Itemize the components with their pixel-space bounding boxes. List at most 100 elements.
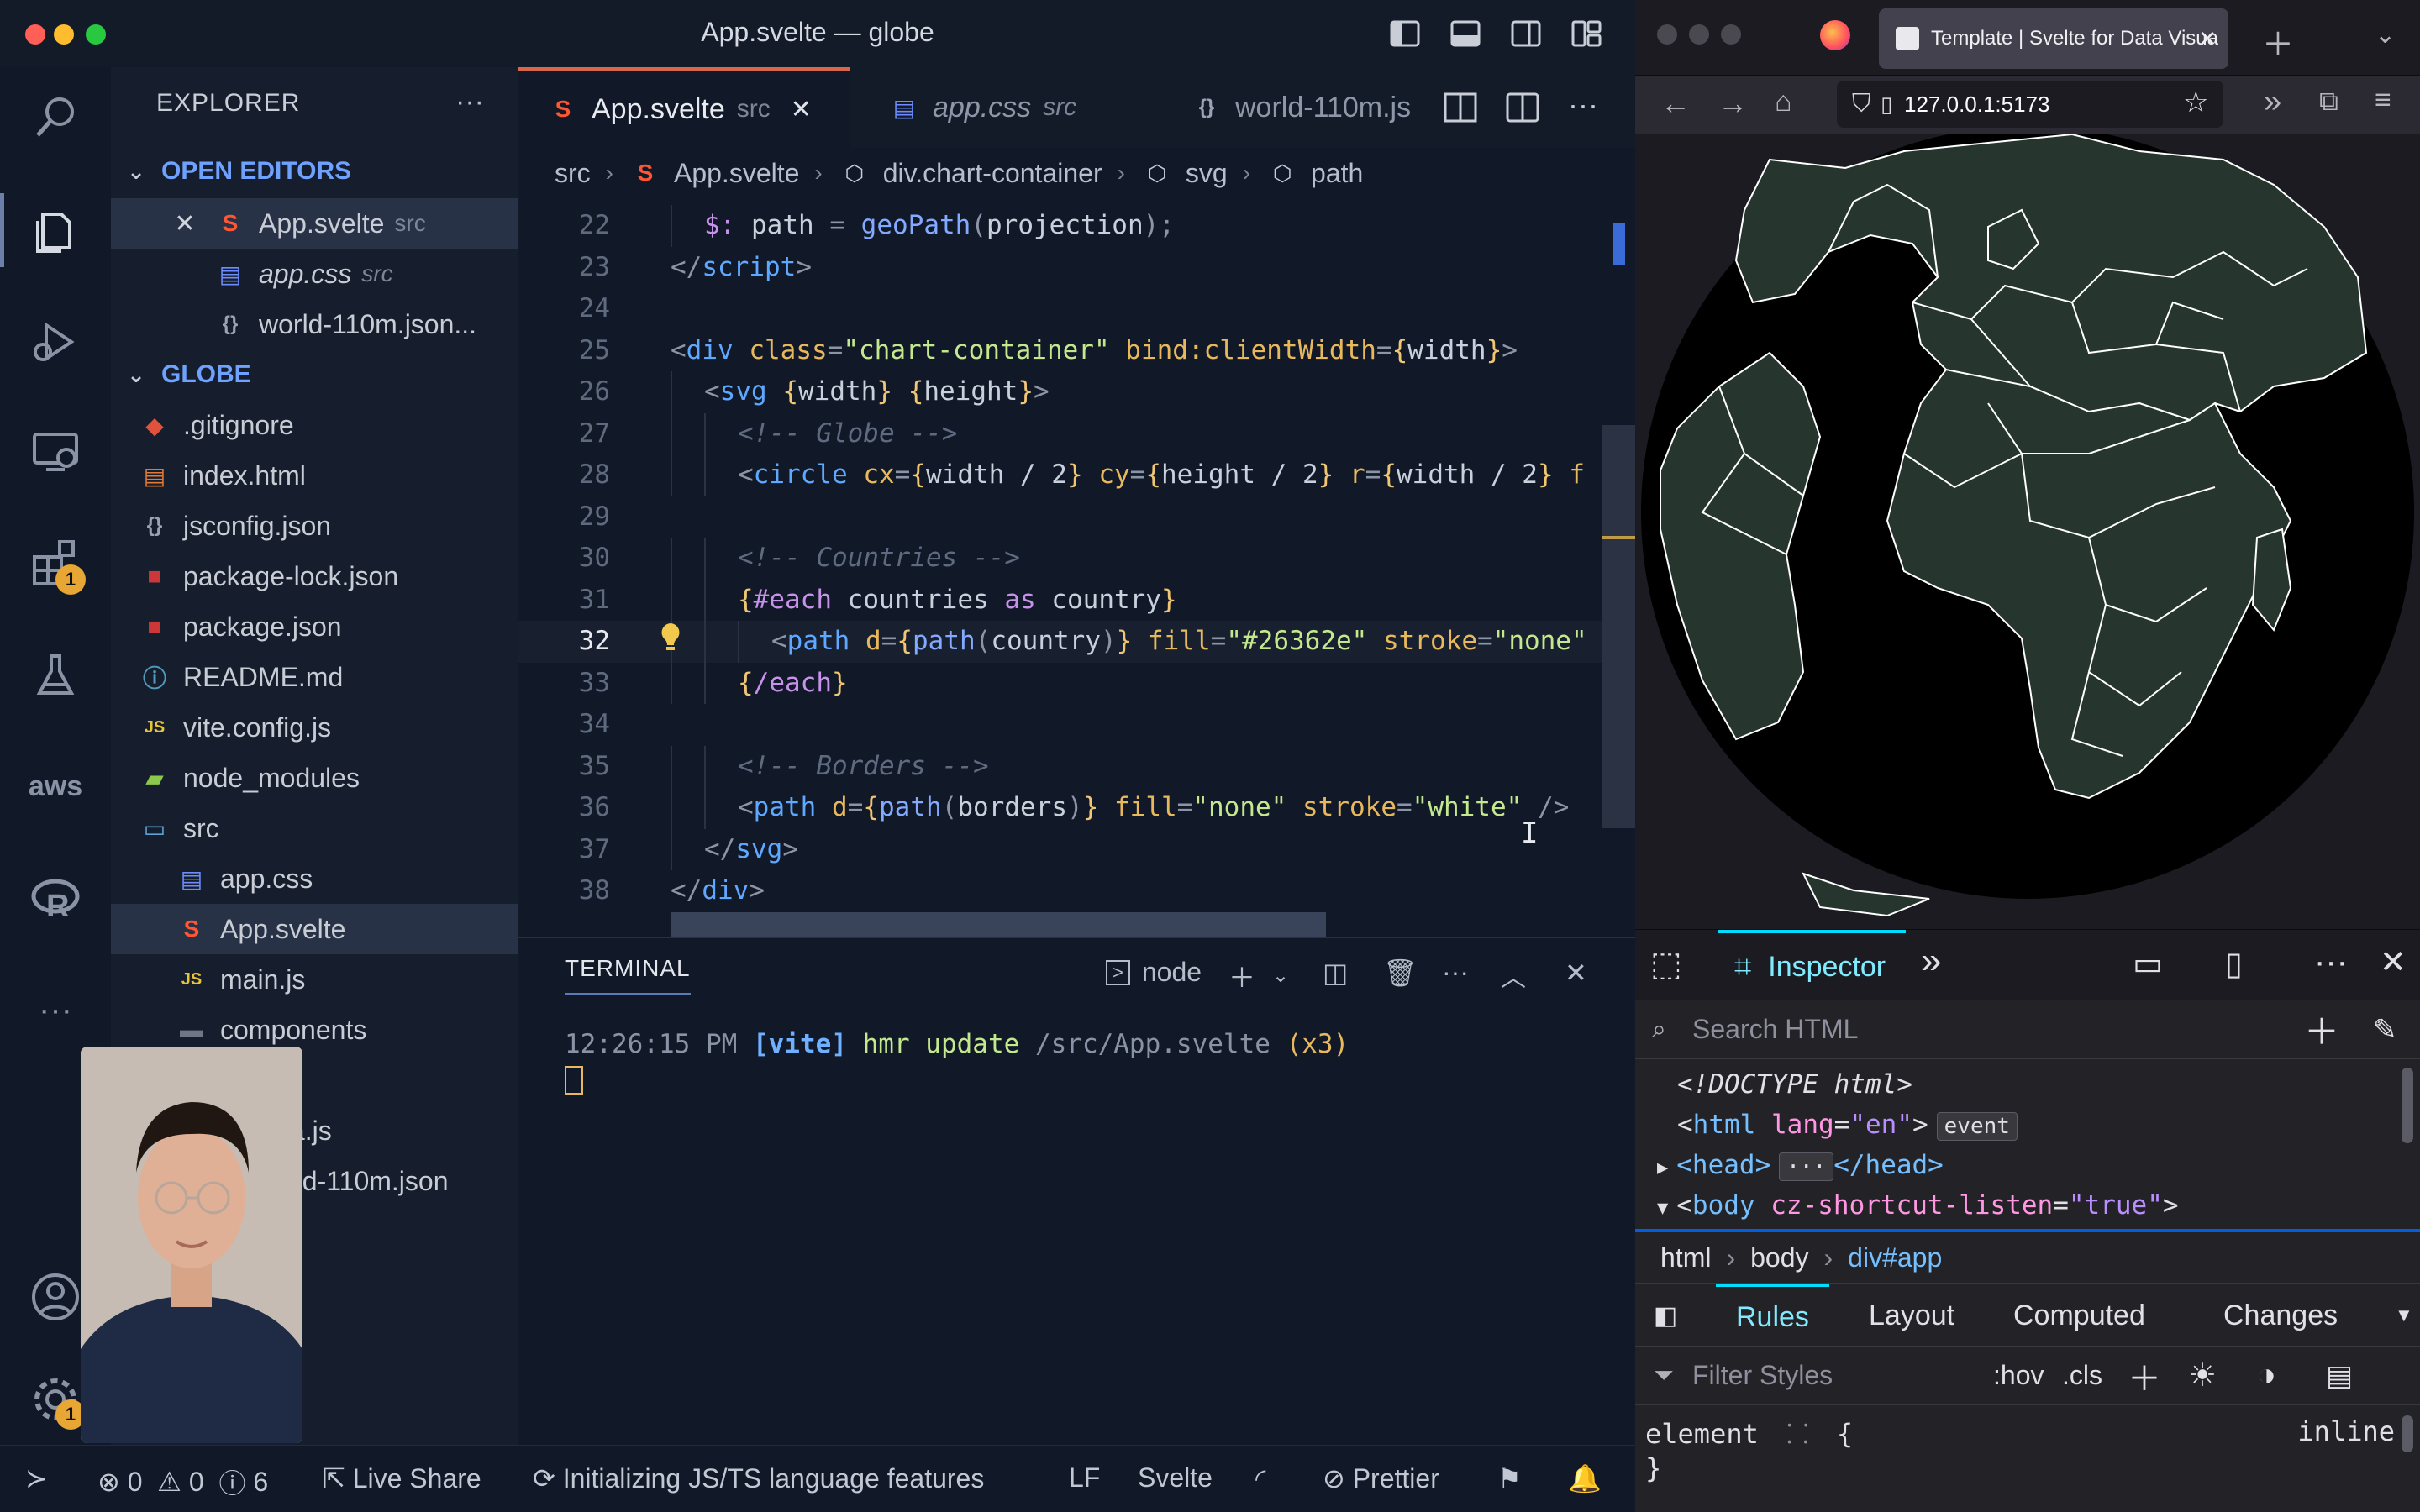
dark-scheme-contrast-icon[interactable]: ◑ xyxy=(2257,1357,2276,1394)
hov-toggle[interactable]: :hov xyxy=(1993,1360,2044,1391)
terminal-shell-selector[interactable]: > node xyxy=(1106,957,1202,988)
language-init-status[interactable]: ⟳ Initializing JS/TS language features xyxy=(533,1462,984,1494)
customize-layout-icon[interactable] xyxy=(1568,17,1605,50)
tab-world-json[interactable]: {} world-110m.js xyxy=(1173,67,1425,148)
more-views-icon[interactable]: ··· xyxy=(25,979,86,1040)
horizontal-scrollbar[interactable] xyxy=(671,912,1326,937)
accounts-icon[interactable] xyxy=(25,1267,86,1327)
explorer-icon[interactable] xyxy=(0,193,86,267)
rules-scrollbar[interactable] xyxy=(2402,1415,2413,1452)
search-html-input[interactable]: ⌕ Search HTML ＋ ✎ xyxy=(1635,1000,2420,1059)
tab-changes[interactable]: Changes xyxy=(2223,1284,2338,1347)
code-line[interactable]: 27 <!-- Globe --> xyxy=(518,412,1635,454)
toggle-sidebar-icon[interactable]: ◧ xyxy=(1654,1284,1677,1347)
firefox-view-icon[interactable] xyxy=(1820,20,1850,50)
open-editor-world-json[interactable]: {} world-110m.json... xyxy=(111,299,518,349)
toggle-secondary-sidebar-icon[interactable] xyxy=(1507,17,1544,50)
manage-gear-icon[interactable]: 1 xyxy=(25,1369,86,1430)
open-editor-app-css[interactable]: ▤ app.css src xyxy=(111,249,518,299)
tree-item-app-svelte[interactable]: S App.svelte xyxy=(111,904,518,954)
code-line[interactable]: 22 $: path = geoPath(projection); xyxy=(518,205,1635,247)
code-line[interactable]: 23 </script> xyxy=(518,247,1635,289)
minimap[interactable] xyxy=(1602,198,1635,937)
markup-doctype[interactable]: <!DOCTYPE html> xyxy=(1677,1064,2420,1105)
breadcrumb-src[interactable]: src xyxy=(555,158,591,189)
markup-head-node[interactable]: ▶ <head> ··· </head> xyxy=(1657,1145,2420,1185)
open-editors-header[interactable]: ⌄ OPEN EDITORS xyxy=(111,148,518,195)
split-terminal-icon[interactable]: ◫ xyxy=(1323,957,1348,989)
extensions-puzzle-icon[interactable]: ⧉ xyxy=(2319,86,2338,118)
code-line[interactable]: 35 <!-- Borders --> xyxy=(518,745,1635,787)
new-tab-icon[interactable]: ＋ xyxy=(2262,18,2294,65)
notifications-bell-icon[interactable]: 🔔 xyxy=(1568,1462,1602,1494)
markup-scrollbar[interactable] xyxy=(2402,1068,2413,1143)
search-icon[interactable] xyxy=(25,87,86,148)
devtools-menu-icon[interactable]: ··· xyxy=(2314,943,2348,981)
tab-app-svelte[interactable]: S App.svelte src ✕ xyxy=(518,67,850,148)
globe-folder-header[interactable]: ⌄ GLOBE xyxy=(111,351,518,398)
cls-toggle[interactable]: .cls xyxy=(2062,1360,2102,1391)
list-tabs-icon[interactable]: ⌄ xyxy=(2375,20,2396,50)
r-language-icon[interactable]: R xyxy=(25,869,86,929)
code-line[interactable]: 32 <path d={path(country)} fill="#26362e"… xyxy=(518,621,1635,663)
crumb-html[interactable]: html xyxy=(1660,1242,1711,1273)
light-scheme-sun-icon[interactable]: ☀ xyxy=(2188,1357,2217,1394)
markup-body-node[interactable]: ▼ <body cz-shortcut-listen="true"> xyxy=(1657,1185,2420,1226)
code-line[interactable]: 37 </svg> xyxy=(518,828,1635,870)
remote-explorer-icon[interactable] xyxy=(25,422,86,482)
tab-app-css[interactable]: ▤ app.css src xyxy=(871,67,1156,148)
close-panel-icon[interactable]: ✕ xyxy=(1565,957,1587,989)
close-tab-icon[interactable]: ✕ xyxy=(791,95,812,124)
minimize-window-button[interactable] xyxy=(1689,24,1709,45)
tree-item-main-js[interactable]: JS main.js xyxy=(111,954,518,1005)
extensions-icon[interactable]: 1 xyxy=(25,534,86,595)
breadcrumb-div[interactable]: ⬡ div.chart-container xyxy=(838,156,1102,190)
tab-inspector[interactable]: ⌗ Inspector xyxy=(1718,930,1906,1000)
remote-indicator-icon[interactable]: ≻ xyxy=(25,1462,48,1494)
eyedropper-icon[interactable]: ✎ xyxy=(2373,1013,2397,1047)
crumb-div-app[interactable]: div#app xyxy=(1848,1242,1942,1273)
event-badge[interactable]: event xyxy=(1936,1112,2018,1141)
run-debug-icon[interactable] xyxy=(25,311,86,371)
code-line[interactable]: 38 </div> xyxy=(518,870,1635,912)
language-mode[interactable]: Svelte xyxy=(1138,1462,1213,1494)
tree-item-src[interactable]: ▭ src xyxy=(111,803,518,853)
open-editor-app-svelte[interactable]: ✕ S App.svelte src xyxy=(111,198,518,249)
code-line[interactable]: 24 xyxy=(518,288,1635,330)
toggle-panel-icon[interactable] xyxy=(1447,17,1484,50)
dock-layout-icon[interactable]: ▭ xyxy=(2133,945,2163,983)
tree-item-node-modules[interactable]: ▰ node_modules xyxy=(111,753,518,803)
back-icon[interactable]: ← xyxy=(1660,86,1691,121)
tab-layout[interactable]: Layout xyxy=(1869,1284,1954,1347)
eol-indicator[interactable]: LF xyxy=(1069,1462,1100,1494)
toggle-primary-sidebar-icon[interactable] xyxy=(1386,17,1423,50)
more-tools-chevrons-icon[interactable]: » xyxy=(1921,940,1941,982)
menu-hamburger-icon[interactable]: ≡ xyxy=(2375,84,2391,117)
tree-item-package-json[interactable]: ■ package.json xyxy=(111,601,518,652)
markup-html-node[interactable]: <html lang="en"> event xyxy=(1677,1105,2420,1145)
bookmark-star-icon[interactable]: ☆ xyxy=(2183,86,2208,119)
crumb-body[interactable]: body xyxy=(1750,1242,1808,1273)
overflow-chevrons-icon[interactable]: » xyxy=(2264,84,2281,120)
filter-styles-input[interactable]: ⏷ Filter Styles :hov .cls ＋ ☀ ◑ ▤ xyxy=(1635,1347,2420,1405)
open-preview-icon[interactable] xyxy=(1440,87,1491,128)
split-editor-icon[interactable] xyxy=(1502,87,1553,128)
tree-item-gitignore[interactable]: ◆ .gitignore xyxy=(111,400,518,450)
tree-item-vite-config[interactable]: JS vite.config.js xyxy=(111,702,518,753)
editor-more-icon[interactable]: ··· xyxy=(1568,87,1618,128)
code-line[interactable]: 34 xyxy=(518,704,1635,746)
tree-item-app-css[interactable]: ▤ app.css xyxy=(111,853,518,904)
feedback-icon[interactable]: ⚑ xyxy=(1497,1462,1522,1494)
chevron-down-icon[interactable]: ⌄ xyxy=(1272,963,1289,988)
code-line[interactable]: 31 {#each countries as country} xyxy=(518,579,1635,621)
live-share-button[interactable]: ⇱ Live Share xyxy=(323,1462,481,1494)
breadcrumb-path[interactable]: ⬡ path xyxy=(1265,156,1364,190)
new-terminal-icon[interactable]: ＋ xyxy=(1228,957,1255,995)
tree-item-readme[interactable]: ⓘ README.md xyxy=(111,652,518,702)
tree-item-jsconfig[interactable]: {} jsconfig.json xyxy=(111,501,518,551)
tab-computed[interactable]: Computed xyxy=(2013,1284,2145,1347)
lightbulb-icon[interactable] xyxy=(657,620,684,657)
code-line[interactable]: 33 {/each} xyxy=(518,662,1635,704)
maximize-window-button[interactable] xyxy=(1721,24,1741,45)
url-bar[interactable]: ⛉ ▯ 127.0.0.1:5173 xyxy=(1837,81,2223,128)
